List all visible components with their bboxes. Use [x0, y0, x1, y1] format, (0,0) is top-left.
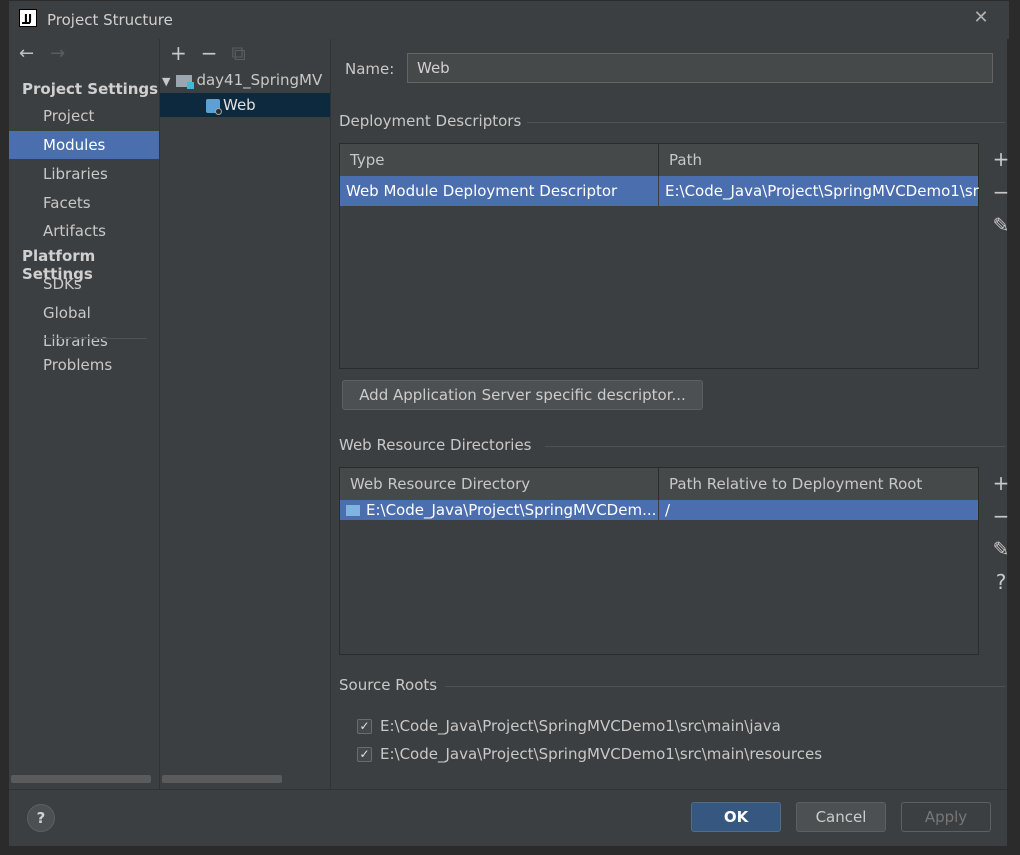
copy-icon[interactable]: ⧉ — [232, 41, 246, 65]
column-header-relative-path[interactable]: Path Relative to Deployment Root — [659, 468, 979, 500]
sidebar-item-sdks[interactable]: SDKs — [9, 270, 159, 298]
settings-sidebar: ← → Project Settings Project Modules Libr… — [9, 39, 159, 789]
intellij-app-icon: IJ — [19, 9, 37, 27]
cell-resource-directory: E:\Code_Java\Project\SpringMVCDem... — [340, 500, 658, 520]
window-title: Project Structure — [47, 11, 173, 29]
tree-horizontal-scrollbar[interactable] — [162, 775, 282, 783]
column-header-resource-directory[interactable]: Web Resource Directory — [340, 468, 658, 500]
group-separator — [527, 122, 1005, 123]
column-header-path[interactable]: Path — [659, 144, 979, 176]
web-folder-icon — [346, 505, 360, 516]
project-structure-dialog: IJ Project Structure ✕ ← → Project Settin… — [8, 0, 1009, 846]
table-row[interactable]: E:\Code_Java\Project\SpringMVCDem... / — [340, 500, 978, 520]
module-name: day41_SpringMV — [196, 71, 323, 89]
facet-name: Web — [223, 96, 256, 114]
source-roots-list: ✓ E:\Code_Java\Project\SpringMVCDemo1\src… — [347, 709, 997, 777]
module-folder-icon — [176, 74, 195, 89]
back-arrow-icon[interactable]: ← — [19, 43, 34, 64]
editor-background-right — [1008, 0, 1020, 855]
forward-arrow-icon[interactable]: → — [50, 43, 65, 64]
web-facet-settings: Name: Deployment Descriptors Type Path W… — [331, 39, 1009, 789]
sidebar-item-project[interactable]: Project — [9, 102, 159, 130]
cell-type: Web Module Deployment Descriptor — [346, 182, 618, 200]
add-server-descriptor-button[interactable]: Add Application Server specific descript… — [342, 380, 703, 410]
close-icon[interactable]: ✕ — [971, 8, 991, 28]
sidebar-item-modules[interactable]: Modules — [9, 131, 159, 159]
expand-triangle-icon[interactable]: ▼ — [162, 75, 170, 88]
project-settings-heading: Project Settings — [22, 80, 159, 98]
deployment-descriptors-heading: Deployment Descriptors — [339, 112, 522, 130]
help-button[interactable]: ? — [27, 804, 55, 832]
add-icon[interactable]: + — [170, 41, 187, 65]
table-row[interactable]: Web Module Deployment Descriptor E:\Code… — [340, 176, 979, 206]
web-resource-directories-heading: Web Resource Directories — [339, 436, 532, 454]
nav-history: ← → — [19, 43, 81, 64]
name-field[interactable] — [407, 53, 993, 83]
resources-table-toolbar: + − ✎ ? — [986, 467, 1016, 599]
cancel-button[interactable]: Cancel — [796, 802, 886, 832]
sidebar-item-libraries[interactable]: Libraries — [9, 160, 159, 188]
tree-node-web-facet[interactable]: Web — [160, 93, 330, 117]
list-item[interactable]: ✓ E:\Code_Java\Project\SpringMVCDemo1\src… — [357, 714, 781, 738]
cell-relative-path: / — [665, 501, 671, 519]
add-icon[interactable]: + — [986, 467, 1016, 500]
cell-path: E:\Code_Java\Project\SpringMVCDemo1\sr — [665, 182, 979, 200]
ok-button[interactable]: OK — [691, 802, 781, 832]
column-header-type[interactable]: Type — [340, 144, 658, 176]
remove-icon[interactable]: − — [201, 41, 218, 65]
source-root-path: E:\Code_Java\Project\SpringMVCDemo1\src\… — [380, 745, 823, 763]
resource-directory-path: E:\Code_Java\Project\SpringMVCDem... — [366, 501, 657, 519]
source-roots-heading: Source Roots — [339, 676, 438, 694]
help-question-icon[interactable]: ? — [986, 566, 1016, 599]
deployment-descriptors-table[interactable]: Type Path Web Module Deployment Descript… — [339, 143, 979, 369]
group-separator — [445, 686, 1005, 687]
remove-icon[interactable]: − — [986, 500, 1016, 533]
sidebar-separator — [43, 338, 147, 339]
dialog-footer: ? OK Cancel Apply — [9, 789, 1007, 846]
tree-node-module[interactable]: ▼ day41_SpringMV — [162, 68, 330, 92]
apply-button[interactable]: Apply — [901, 802, 991, 832]
web-resource-directories-table[interactable]: Web Resource Directory Path Relative to … — [339, 467, 979, 655]
source-root-checkbox[interactable]: ✓ — [357, 719, 372, 734]
module-tree-panel: + − ⧉ ▼ day41_SpringMV Web — [160, 39, 330, 789]
list-item[interactable]: ✓ E:\Code_Java\Project\SpringMVCDemo1\src… — [357, 742, 822, 766]
remove-icon[interactable]: − — [986, 176, 1016, 209]
table-header: Type Path — [340, 144, 978, 177]
add-icon[interactable]: + — [986, 143, 1016, 176]
title-bar: IJ Project Structure ✕ — [9, 1, 1009, 39]
edit-pencil-icon[interactable]: ✎ — [986, 209, 1016, 242]
sidebar-item-facets[interactable]: Facets — [9, 189, 159, 217]
web-facet-icon — [206, 98, 222, 115]
source-root-checkbox[interactable]: ✓ — [357, 747, 372, 762]
sidebar-item-global-libraries[interactable]: Global Libraries — [9, 299, 159, 350]
table-header: Web Resource Directory Path Relative to … — [340, 468, 978, 501]
edit-pencil-icon[interactable]: ✎ — [986, 533, 1016, 566]
name-label: Name: — [345, 60, 395, 78]
tree-toolbar: + − ⧉ — [170, 41, 260, 65]
group-separator — [545, 446, 1005, 447]
deployment-table-toolbar: + − ✎ — [986, 143, 1016, 242]
sidebar-item-problems[interactable]: Problems — [9, 351, 159, 379]
source-root-path: E:\Code_Java\Project\SpringMVCDemo1\src\… — [380, 717, 781, 735]
sidebar-item-artifacts[interactable]: Artifacts — [9, 217, 159, 245]
sidebar-horizontal-scrollbar[interactable] — [11, 775, 151, 783]
